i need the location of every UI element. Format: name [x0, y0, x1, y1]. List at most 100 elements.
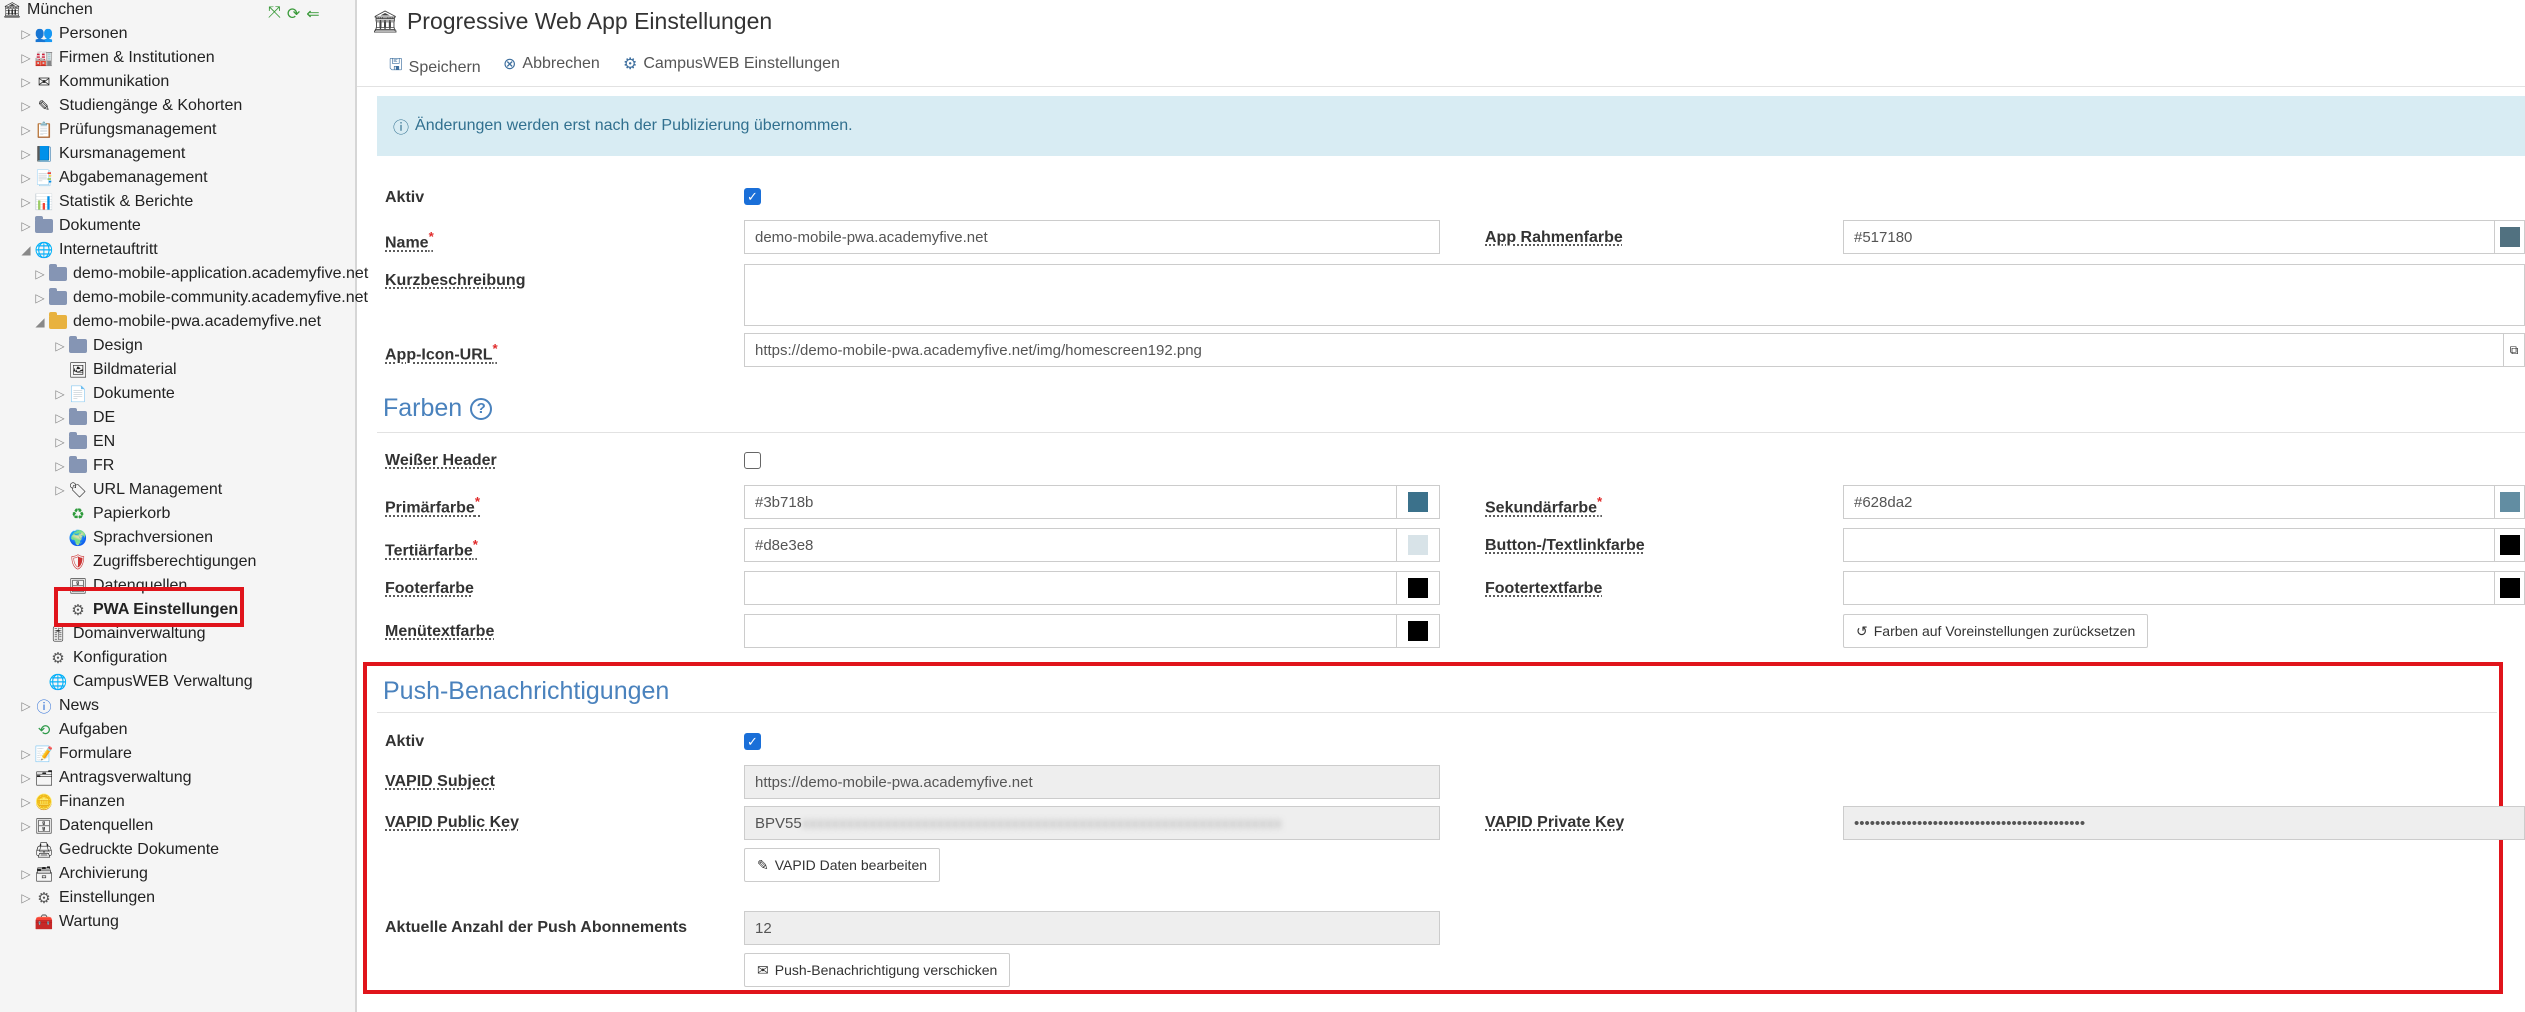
send-push-button[interactable]: ✉ Push-Benachrichtigung verschicken: [744, 953, 1011, 987]
tree-item[interactable]: 🧰 Wartung: [20, 910, 119, 934]
tree-item[interactable]: ▷ EN: [54, 430, 115, 454]
tertiary-color-picker[interactable]: [1396, 528, 1440, 562]
expand-arrow-icon[interactable]: ▷: [20, 171, 32, 185]
secondary-color-picker[interactable]: [2494, 485, 2525, 519]
reset-colors-button[interactable]: ↺ Farben auf Voreinstellungen zurücksetz…: [1843, 614, 2149, 648]
tree-item[interactable]: ▷ DE: [54, 406, 115, 430]
cancel-button[interactable]: ⊗ Abbrechen: [503, 54, 600, 74]
tertiary-color-input[interactable]: #d8e3e8: [744, 528, 1397, 562]
expand-arrow-icon[interactable]: ▷: [54, 435, 66, 449]
tree-item[interactable]: ▷ demo-mobile-application.academyfive.net: [34, 262, 368, 286]
tree-item[interactable]: ▷ FR: [54, 454, 114, 478]
footer-color-picker[interactable]: [1396, 571, 1440, 605]
expand-arrow-icon[interactable]: ▷: [54, 411, 66, 425]
tree-item[interactable]: ▷ ⚙ Einstellungen: [20, 886, 155, 910]
button-color-input[interactable]: [1843, 528, 2495, 562]
tree-item[interactable]: 🛡 Zugriffsberechtigungen: [54, 550, 256, 574]
expand-arrow-icon[interactable]: ▷: [54, 339, 66, 353]
tree-item[interactable]: ▷ 👥 Personen: [20, 22, 127, 46]
tree-item[interactable]: ▷ 🏭 Firmen & Institutionen: [20, 46, 214, 70]
expand-arrow-icon[interactable]: ▷: [20, 51, 32, 65]
footer-text-color-picker[interactable]: [2494, 571, 2525, 605]
book-icon: 📘: [34, 146, 54, 163]
expand-arrow-icon[interactable]: ▷: [20, 771, 32, 785]
tree-item[interactable]: ◢ demo-mobile-pwa.academyfive.net: [34, 310, 321, 334]
tree-item[interactable]: 🖼 Bildmaterial: [54, 358, 176, 382]
tree-item[interactable]: 🌍 Sprachversionen: [54, 526, 213, 550]
expand-arrow-icon[interactable]: ▷: [34, 291, 46, 305]
tree-item[interactable]: 🖨 Gedruckte Dokumente: [20, 838, 219, 862]
tree-item[interactable]: ▷ demo-mobile-community.academyfive.net: [34, 286, 368, 310]
expand-arrow-icon[interactable]: ▷: [20, 699, 32, 713]
expand-arrow-icon[interactable]: ▷: [20, 819, 32, 833]
help-icon[interactable]: ?: [470, 397, 493, 420]
frame-color-picker[interactable]: [2494, 220, 2525, 254]
vapid-subject-input[interactable]: https://demo-mobile-pwa.academyfive.net: [744, 765, 1440, 799]
expand-arrow-icon[interactable]: ▷: [54, 459, 66, 473]
expand-arrow-icon[interactable]: ▷: [54, 387, 66, 401]
footer-color-input[interactable]: [744, 571, 1397, 605]
tree-item[interactable]: ▷ 📄 Dokumente: [54, 382, 174, 406]
vapid-public-key-input[interactable]: BPV55 xxxxxxxxxxxxxxxxxxxxxxxxxxxxxxxxxxx…: [744, 806, 1440, 840]
expand-arrow-icon[interactable]: ▷: [54, 483, 66, 497]
tree-item[interactable]: ▷ ⓘ News: [20, 694, 99, 718]
tree-item[interactable]: ▷ 📘 Kursmanagement: [20, 142, 185, 166]
expand-arrow-icon[interactable]: ▷: [20, 747, 32, 761]
tree-item[interactable]: ▷ 📝 Formulare: [20, 742, 132, 766]
collapse-arrow-icon[interactable]: ◢: [20, 243, 32, 257]
save-button[interactable]: 🖫 Speichern: [389, 54, 481, 81]
expand-arrow-icon[interactable]: ▷: [20, 27, 32, 41]
expand-arrow-icon[interactable]: ▷: [20, 99, 32, 113]
refresh-icon[interactable]: ⟳: [287, 4, 300, 24]
tree-item[interactable]: 🌐 CampusWEB Verwaltung: [34, 670, 253, 694]
tree-item[interactable]: ▷ Design: [54, 334, 143, 358]
aktiv-checkbox[interactable]: ✓: [744, 188, 761, 205]
expand-arrow-icon[interactable]: ▷: [20, 123, 32, 137]
push-aktiv-checkbox[interactable]: ✓: [744, 733, 761, 750]
short-description-textarea[interactable]: [744, 264, 2525, 326]
tree-item[interactable]: ▷ ✎ Studiengänge & Kohorten: [20, 94, 242, 118]
tree-item[interactable]: ▷ ✉ Kommunikation: [20, 70, 169, 94]
tree-item[interactable]: ⟲ Aufgaben: [20, 718, 128, 742]
tree-item[interactable]: ▷ 📊 Statistik & Berichte: [20, 190, 193, 214]
collapse-arrow-icon[interactable]: ◢: [34, 315, 46, 329]
vapid-private-key-input[interactable]: ••••••••••••••••••••••••••••••••••••••••…: [1843, 806, 2525, 840]
expand-arrow-icon[interactable]: ▷: [20, 891, 32, 905]
expand-arrow-icon[interactable]: ▷: [20, 219, 32, 233]
menu-text-color-picker[interactable]: [1396, 614, 1440, 648]
button-color-picker[interactable]: [2494, 528, 2525, 562]
tree-item[interactable]: ⚙ Konfiguration: [34, 646, 167, 670]
expand-arrow-icon[interactable]: ▷: [20, 795, 32, 809]
required-marker: *: [492, 341, 498, 356]
menu-text-color-input[interactable]: [744, 614, 1397, 648]
tree-item[interactable]: ▷ 📋 Prüfungsmanagement: [20, 118, 216, 142]
tree-item[interactable]: ▷ 🗃 Archivierung: [20, 862, 148, 886]
app-icon-url-input[interactable]: https://demo-mobile-pwa.academyfive.net/…: [744, 333, 2504, 367]
expand-arrow-icon[interactable]: ▷: [20, 867, 32, 881]
edit-vapid-button[interactable]: ✎ VAPID Daten bearbeiten: [744, 848, 941, 882]
tree-item[interactable]: ◢ 🌐 Internetauftritt: [20, 238, 157, 262]
tree-item[interactable]: ▷ 🏷 URL Management: [54, 478, 222, 502]
white-header-checkbox[interactable]: [744, 452, 761, 469]
footer-text-color-input[interactable]: [1843, 571, 2495, 605]
collapse-icon[interactable]: ⇐: [306, 4, 319, 24]
tree-item[interactable]: ▷ 📑 Abgabemanagement: [20, 166, 207, 190]
open-url-button[interactable]: ⧉: [2503, 333, 2525, 367]
frame-color-input[interactable]: #517180: [1843, 220, 2495, 254]
tree-item[interactable]: ♻ Papierkorb: [54, 502, 170, 526]
secondary-color-input[interactable]: #628da2: [1843, 485, 2495, 519]
name-input[interactable]: demo-mobile-pwa.academyfive.net: [744, 220, 1440, 254]
expand-arrow-icon[interactable]: ▷: [34, 267, 46, 281]
expand-all-icon[interactable]: ⤧: [268, 4, 281, 24]
primary-color-input[interactable]: #3b718b: [744, 485, 1397, 519]
tree-item[interactable]: 🏛 München: [2, 0, 92, 22]
tree-item[interactable]: ▷ Dokumente: [20, 214, 141, 238]
tree-item[interactable]: ▷ 🪙 Finanzen: [20, 790, 124, 814]
expand-arrow-icon[interactable]: ▷: [20, 147, 32, 161]
tree-item[interactable]: ▷ 🗂 Antragsverwaltung: [20, 766, 191, 790]
expand-arrow-icon[interactable]: ▷: [20, 195, 32, 209]
primary-color-picker[interactable]: [1396, 485, 1440, 519]
campusweb-settings-button[interactable]: ⚙ CampusWEB Einstellungen: [623, 54, 840, 74]
expand-arrow-icon[interactable]: ▷: [20, 75, 32, 89]
tree-item[interactable]: ▷ 🗄 Datenquellen: [20, 814, 153, 838]
